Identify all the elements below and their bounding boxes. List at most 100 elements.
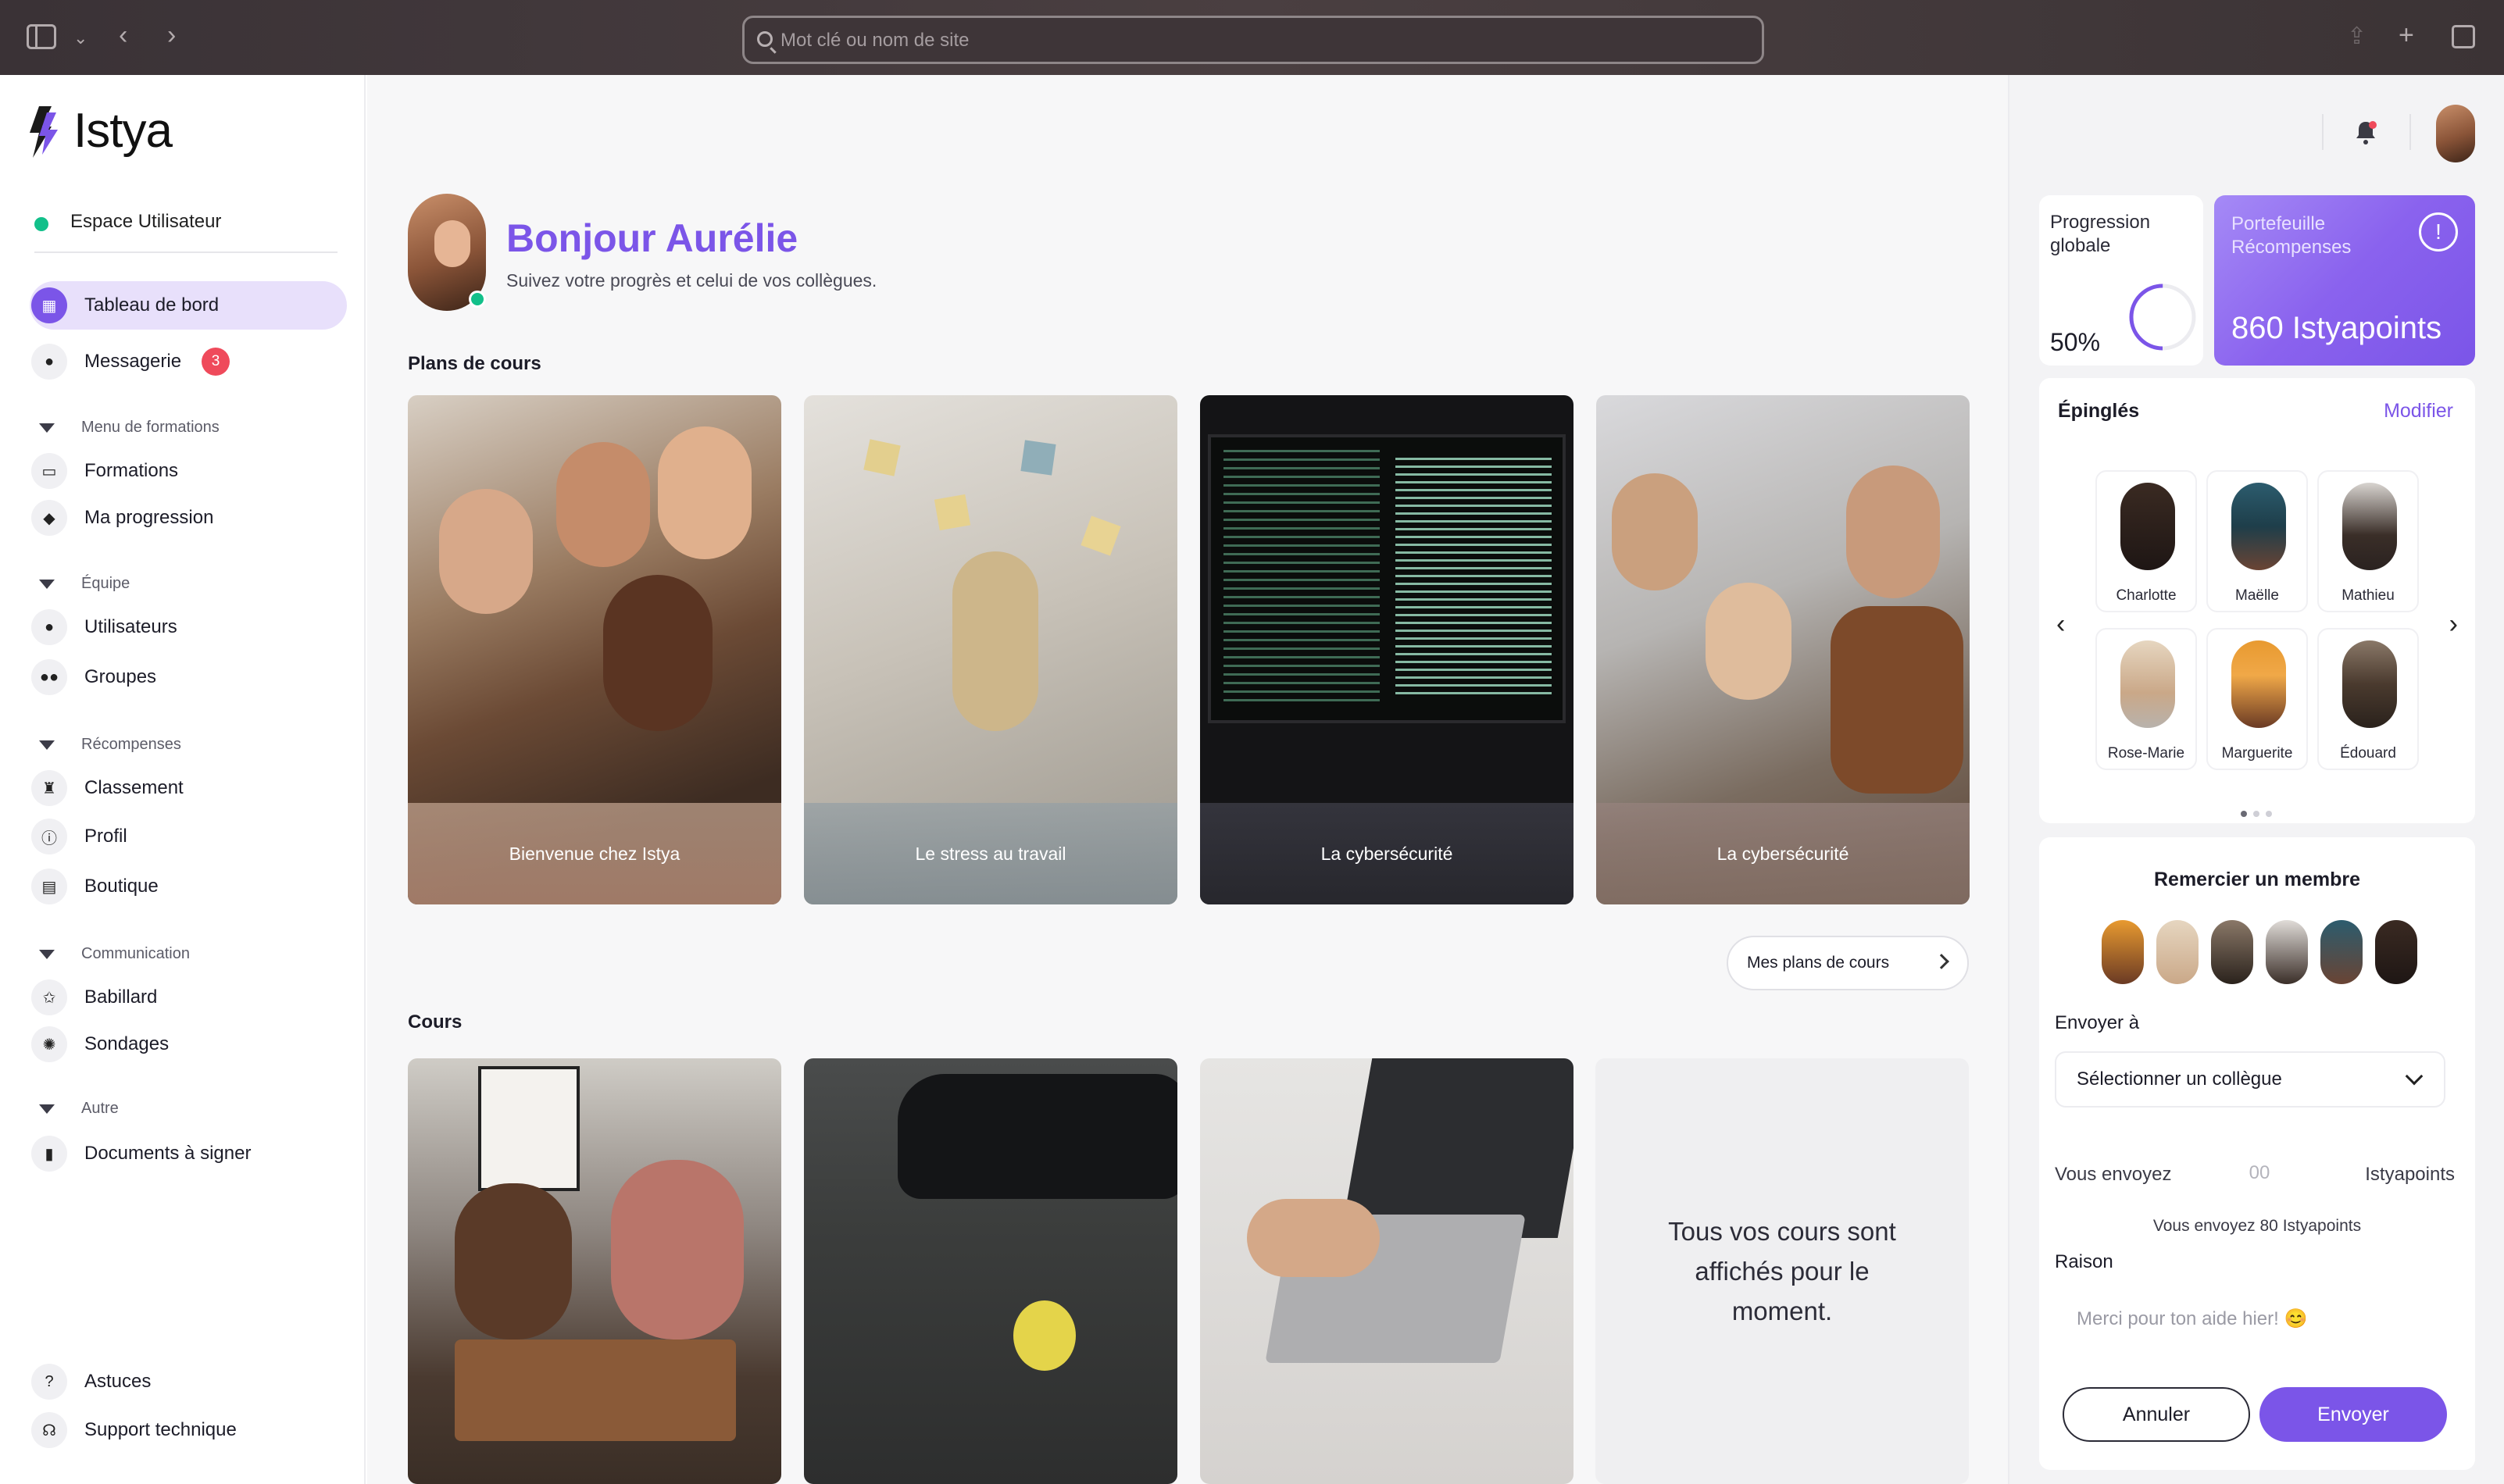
sidebar-item-label: Support technique — [84, 1419, 237, 1440]
sidebar-item-utilisateurs[interactable]: ● Utilisateurs — [30, 603, 347, 651]
sidebar: Istya Espace Utilisateur ▦ Tableau de bo… — [0, 75, 366, 1484]
profile-avatar[interactable] — [2436, 105, 2475, 162]
sidebar-item-label: Boutique — [84, 876, 159, 897]
caret-down-icon — [39, 740, 55, 750]
pinned-member[interactable]: Mathieu — [2317, 470, 2419, 612]
send-button[interactable]: Envoyer — [2259, 1387, 2447, 1442]
points-amount-input[interactable] — [2197, 1147, 2322, 1200]
member-avatar[interactable] — [2102, 920, 2144, 984]
progress-ring — [2129, 284, 2196, 351]
member-photo — [2120, 640, 2175, 728]
trophy-icon: ♜ — [31, 770, 67, 806]
sidebar-item-label: Tableau de bord — [84, 294, 220, 316]
sidebar-item-profil[interactable]: ⓘ Profil — [30, 812, 347, 861]
address-input[interactable] — [780, 27, 1718, 54]
chevron-left-icon[interactable]: ‹ — [2056, 609, 2065, 640]
sidebar-item-formations[interactable]: ▭ Formations — [30, 447, 347, 495]
sidebar-item-babillard[interactable]: ✩ Babillard — [30, 973, 347, 1022]
share-icon[interactable]: ⇪ — [2347, 23, 2366, 50]
caret-down-icon — [39, 1104, 55, 1114]
course-plan-card[interactable]: La cybersécurité — [1596, 395, 1970, 904]
course-plan-title: Bienvenue chez Istya — [408, 803, 781, 904]
pinned-member[interactable]: Édouard — [2317, 628, 2419, 770]
section-toggle-equipe[interactable]: Équipe — [39, 575, 130, 593]
cancel-button[interactable]: Annuler — [2063, 1387, 2250, 1442]
member-name: Charlotte — [2116, 587, 2177, 604]
member-avatar[interactable] — [2211, 920, 2253, 984]
graduation-cap-icon: ◆ — [31, 500, 67, 536]
sidebar-item-documents-a-signer[interactable]: ▮ Documents à signer — [30, 1129, 347, 1178]
chevron-down-icon[interactable]: ⌄ — [73, 25, 88, 52]
send-summary: Vous envoyez 80 Istyapoints — [2152, 1217, 2362, 1235]
pin-icon: ✩ — [31, 979, 67, 1015]
member-photo — [2231, 640, 2286, 728]
section-toggle-recompenses[interactable]: Récompenses — [39, 736, 181, 754]
pinned-member[interactable]: Charlotte — [2095, 470, 2197, 612]
forward-icon[interactable]: › — [167, 22, 176, 48]
course-card[interactable] — [1200, 1058, 1573, 1484]
member-photo — [2231, 483, 2286, 570]
course-card[interactable] — [408, 1058, 781, 1484]
sidebar-item-boutique[interactable]: ▤ Boutique — [30, 862, 347, 911]
member-avatar[interactable] — [2375, 920, 2417, 984]
pinned-member[interactable]: Rose-Marie — [2095, 628, 2197, 770]
address-bar[interactable] — [742, 16, 1764, 64]
member-photo — [2342, 640, 2397, 728]
reason-input[interactable] — [2055, 1292, 2445, 1347]
member-avatar[interactable] — [2266, 920, 2308, 984]
rewards-wallet-card[interactable]: Portefeuille Récompenses ! 860 Istyapoin… — [2214, 195, 2475, 366]
member-avatar[interactable] — [2320, 920, 2363, 984]
section-label: Communication — [81, 945, 190, 962]
section-label: Équipe — [81, 575, 130, 592]
member-avatar[interactable] — [2156, 920, 2199, 984]
member-photo — [2342, 483, 2397, 570]
back-icon[interactable]: ‹ — [119, 22, 127, 48]
user-icon: ● — [31, 609, 67, 645]
section-toggle-communication[interactable]: Communication — [39, 945, 190, 963]
section-toggle-menu-de-formations[interactable]: Menu de formations — [39, 419, 220, 437]
sidebar-item-groupes[interactable]: ●● Groupes — [30, 653, 347, 701]
section-toggle-autre[interactable]: Autre — [39, 1100, 119, 1118]
course-card[interactable] — [804, 1058, 1177, 1484]
sidebar-item-tableau-de-bord[interactable]: ▦ Tableau de bord — [30, 281, 347, 330]
sidebar-item-classement[interactable]: ♜ Classement — [30, 764, 347, 812]
notification-bell-icon[interactable] — [2352, 119, 2380, 147]
istya-logo-icon — [30, 106, 58, 158]
section-label: Autre — [81, 1100, 119, 1117]
document-icon: ▮ — [31, 1136, 67, 1172]
divider — [34, 251, 338, 253]
course-plan-card[interactable]: La cybersécurité — [1200, 395, 1573, 904]
course-plan-card[interactable]: Le stress au travail — [804, 395, 1177, 904]
edit-pinned-link[interactable]: Modifier — [2384, 400, 2453, 423]
divider — [2409, 114, 2411, 150]
chevron-right-icon[interactable]: › — [2449, 609, 2458, 640]
wallet-value: 860 Istyapoints — [2231, 311, 2442, 345]
sidebar-item-label: Astuces — [84, 1371, 152, 1392]
divider — [2322, 114, 2324, 150]
pinned-member[interactable]: Maëlle — [2206, 470, 2308, 612]
new-tab-icon[interactable]: + — [2399, 22, 2414, 48]
sidebar-item-label: Profil — [84, 826, 127, 847]
profile-icon: ⓘ — [31, 819, 67, 854]
store-icon: ▤ — [31, 869, 67, 904]
section-title-courses: Cours — [408, 1011, 463, 1033]
chevron-down-icon — [2405, 1067, 2424, 1086]
greeting-subtitle: Suivez votre progrès et celui de vos col… — [506, 270, 877, 291]
pinned-member[interactable]: Marguerite — [2206, 628, 2308, 770]
section-title-plans: Plans de cours — [408, 353, 541, 374]
sidebar-toggle-icon[interactable] — [27, 24, 56, 49]
tabs-overview-icon[interactable] — [2452, 25, 2475, 48]
question-icon: ? — [31, 1364, 67, 1400]
my-course-plans-button[interactable]: Mes plans de cours — [1727, 936, 1969, 990]
sidebar-item-support-technique[interactable]: ☊ Support technique — [30, 1406, 347, 1454]
progress-card: Progression globale 50% — [2039, 195, 2203, 366]
sidebar-item-ma-progression[interactable]: ◆ Ma progression — [30, 494, 347, 542]
info-icon[interactable]: ! — [2419, 212, 2458, 251]
course-plan-card[interactable]: Bienvenue chez Istya — [408, 395, 781, 904]
reason-label: Raison — [2055, 1251, 2113, 1272]
sidebar-item-label: Groupes — [84, 666, 157, 687]
colleague-select[interactable]: Sélectionner un collègue — [2055, 1051, 2445, 1108]
sidebar-item-messagerie[interactable]: ● Messagerie 3 — [30, 337, 347, 386]
sidebar-item-astuces[interactable]: ? Astuces — [30, 1357, 347, 1406]
sidebar-item-sondages[interactable]: ✺ Sondages — [30, 1020, 347, 1068]
